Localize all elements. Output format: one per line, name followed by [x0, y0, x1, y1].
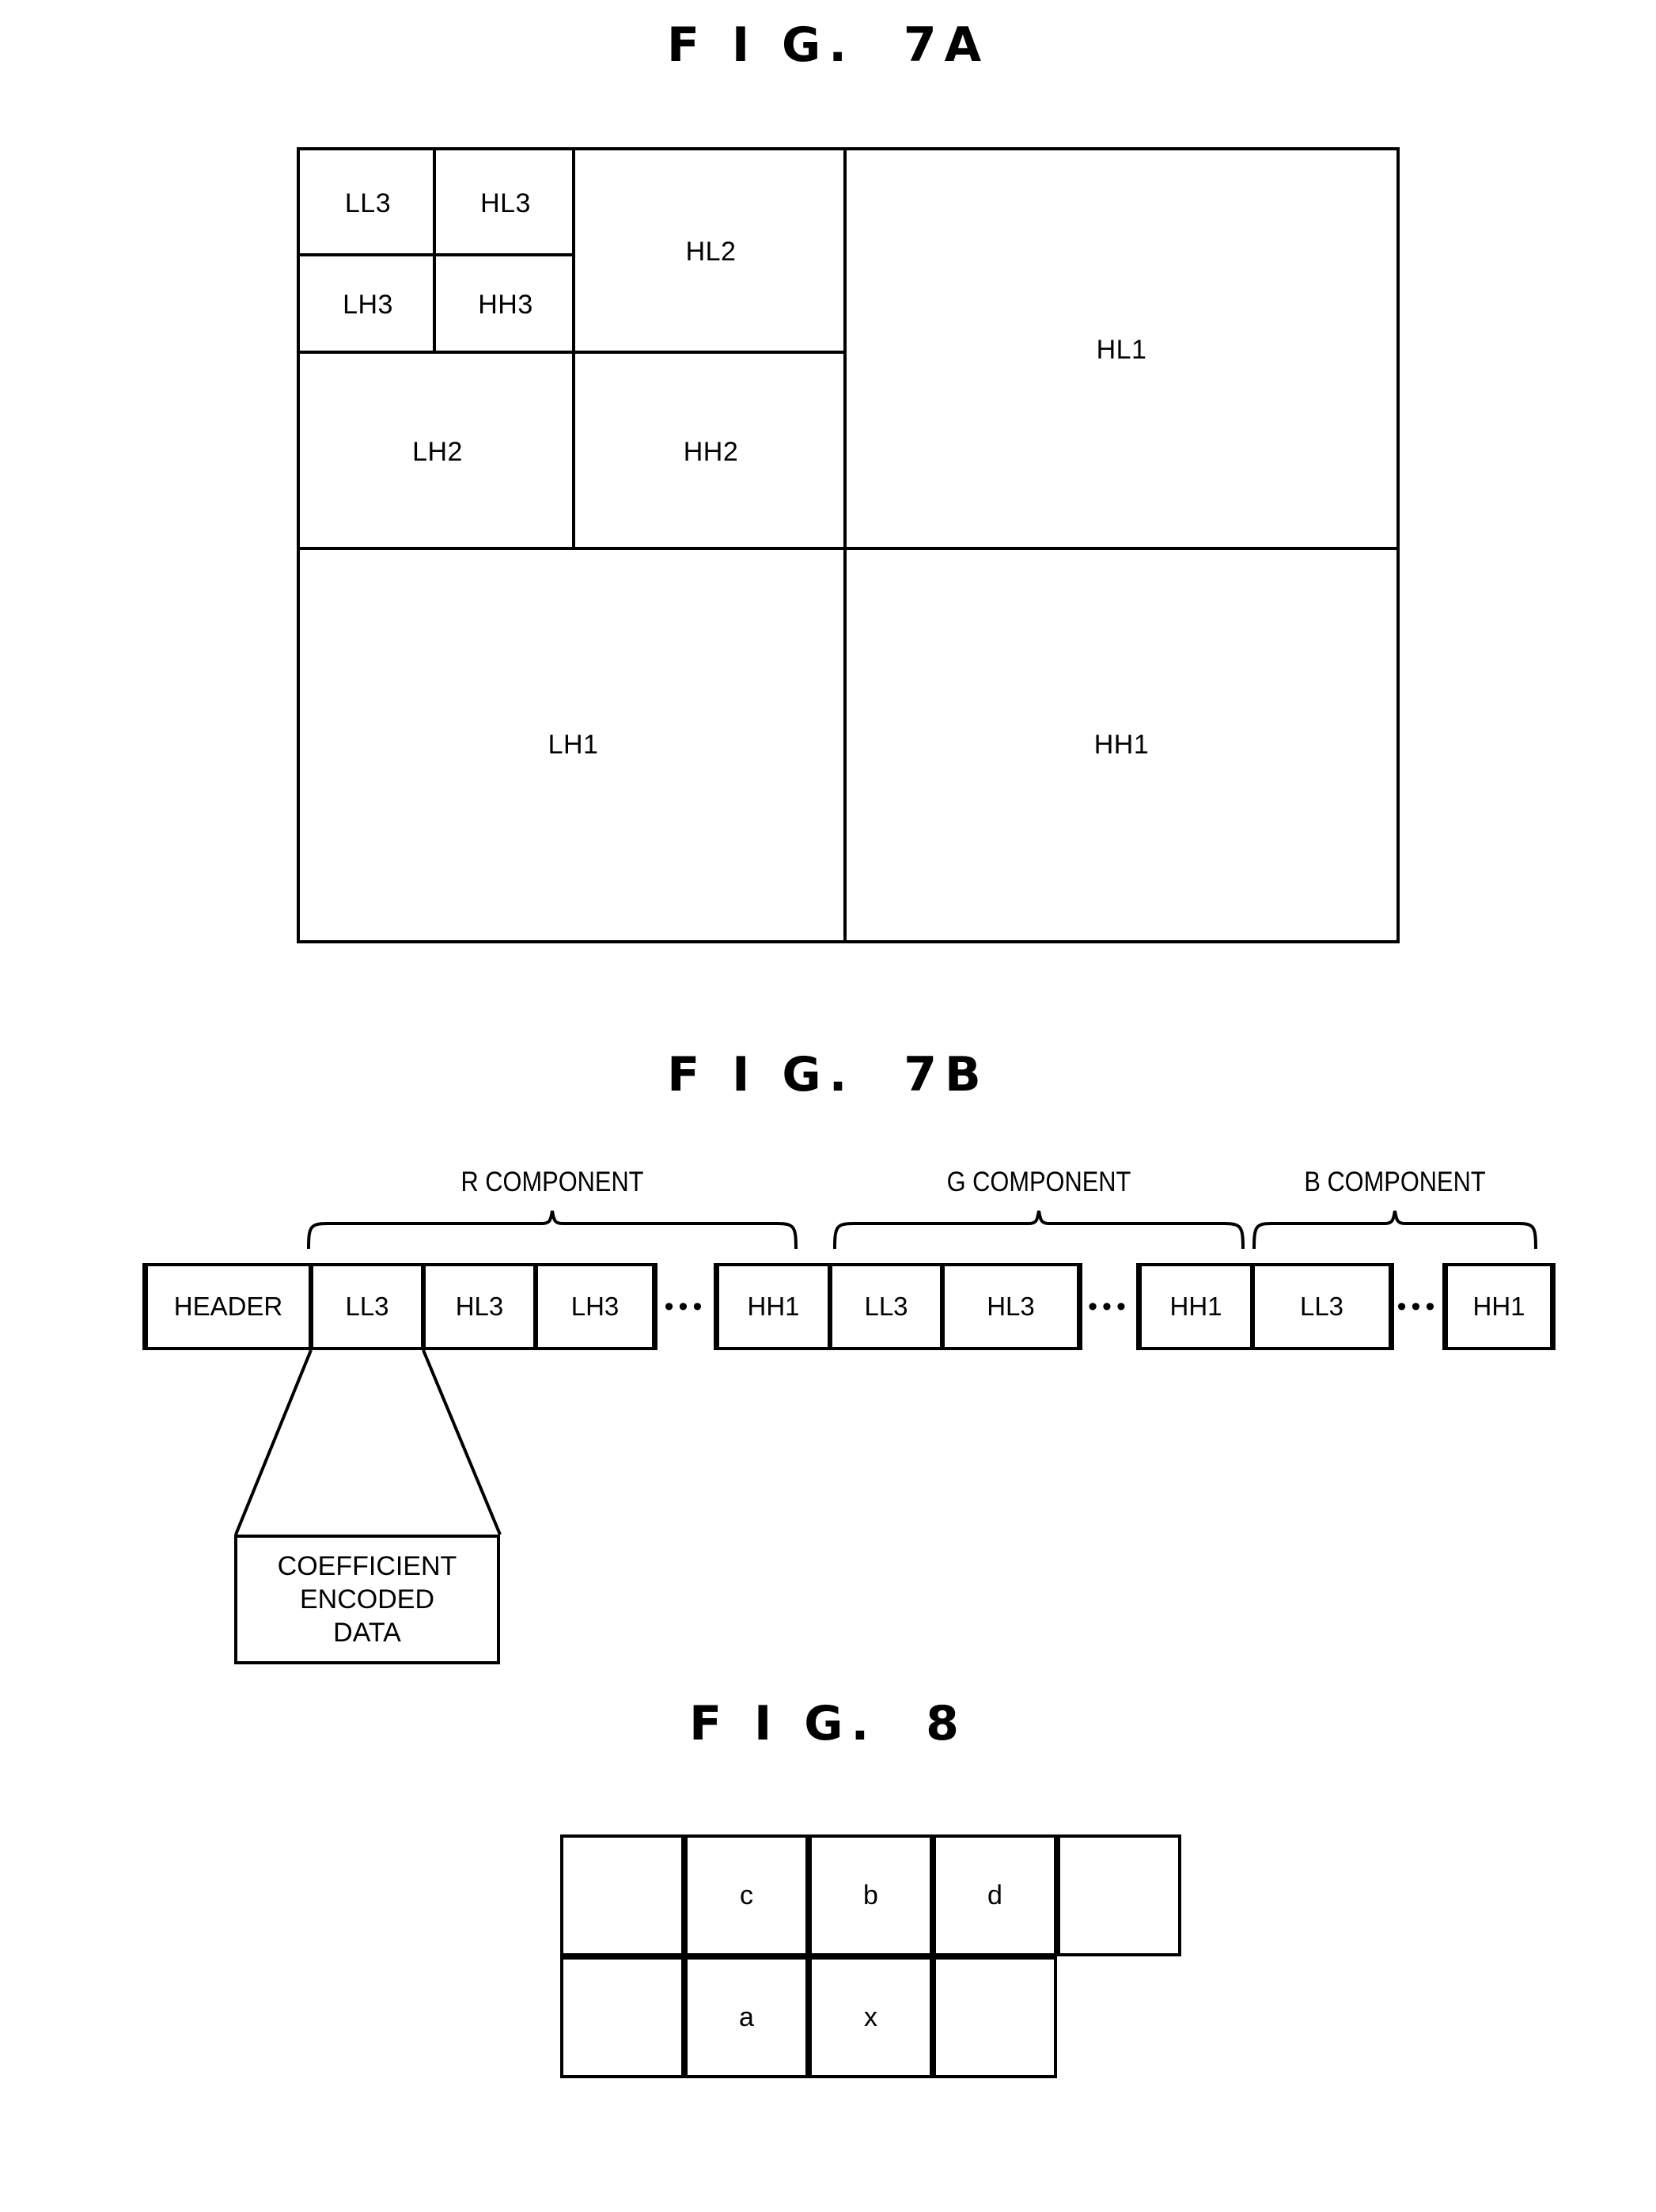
bitstream-cell-r-ll3: LL3 [311, 1263, 423, 1350]
subband-label-lh1: LH1 [548, 730, 599, 760]
bitstream-ellipsis-r: ••• [664, 1291, 707, 1322]
patent-figure-page: F I G. 7A LL3 HL3 LH3 HH3 HL2 LH2 HH2 HL… [0, 0, 1656, 2212]
fig8-cell-r1c2: x [809, 1956, 933, 2078]
brace-r-component [307, 1210, 798, 1250]
subband-label-lh2: LH2 [412, 436, 463, 467]
subband-label-hl2: HL2 [685, 237, 737, 267]
figure-7b-title: F I G. 7B [667, 1047, 989, 1102]
component-label-r: R COMPONENT [460, 1167, 644, 1197]
callout-line-1: COEFFICIENT [277, 1550, 457, 1581]
subband-label-hl3: HL3 [480, 188, 531, 218]
bitstream-cell-b-hh1: HH1 [1446, 1263, 1552, 1350]
subband-label-ll3: LL3 [344, 188, 392, 218]
subband-label-hh3: HH3 [478, 290, 533, 320]
callout-coefficient-encoded-data: COEFFICIENT ENCODED DATA [234, 1535, 500, 1664]
fig8-cell-r0c2: b [809, 1834, 933, 1956]
bitstream-cell-g-hh1: HH1 [1139, 1263, 1252, 1350]
bitstream-cell-header: HEADER [146, 1263, 311, 1350]
component-label-g: G COMPONENT [946, 1167, 1131, 1197]
bitstream-cell-r-lh3: LH3 [536, 1263, 654, 1350]
bitstream-cell-r-hl3: HL3 [423, 1263, 536, 1350]
subband-label-hh1: HH1 [1093, 730, 1150, 760]
bitstream-ellipsis-g: ••• [1088, 1291, 1131, 1322]
subband-label-hl1: HL1 [1096, 335, 1147, 365]
bitstream-ellipsis-b: ••• [1396, 1291, 1440, 1322]
fig8-cell-r0c0 [560, 1834, 684, 1956]
figure-7a-title: F I G. 7A [666, 17, 990, 73]
callout-leader-lines [234, 1349, 502, 1535]
fig8-cell-r1c1: a [684, 1956, 809, 2078]
subband-label-lh3: LH3 [343, 290, 393, 320]
bitstream-cell-g-hl3: HL3 [942, 1263, 1079, 1350]
fig8-cell-r0c3: d [933, 1834, 1057, 1956]
fig8-cell-r0c1: c [684, 1834, 809, 1956]
figure-8-title: F I G. 8 [689, 1696, 967, 1751]
callout-line-3: DATA [333, 1618, 401, 1649]
brace-b-component [1252, 1210, 1537, 1250]
bitstream-cell-b-ll3: LL3 [1252, 1263, 1391, 1350]
component-label-b: B COMPONENT [1304, 1167, 1486, 1197]
brace-g-component [833, 1210, 1245, 1250]
fig8-cell-r1c0 [560, 1956, 684, 2078]
fig8-cell-r0c4 [1057, 1834, 1181, 1956]
bitstream-cell-g-ll3: LL3 [830, 1263, 942, 1350]
bitstream-cell-r-hh1: HH1 [717, 1263, 830, 1350]
subband-label-hh2: HH2 [683, 436, 739, 467]
fig8-cell-r1c3 [933, 1956, 1057, 2078]
callout-line-2: ENCODED [299, 1584, 435, 1614]
